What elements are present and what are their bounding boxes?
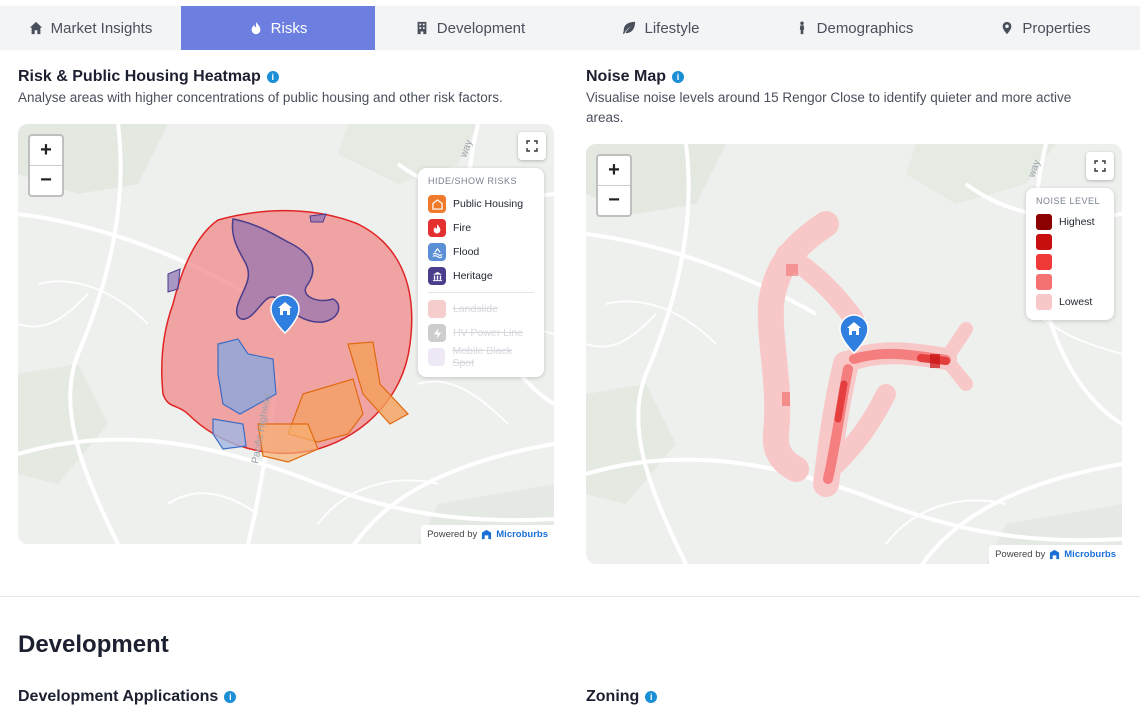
expand-icon (526, 140, 538, 152)
mobile-signal-icon (428, 348, 446, 366)
noise-map-title: Noise Map i (586, 68, 685, 86)
flood-icon (428, 243, 446, 261)
risk-map-title-text: Risk & Public Housing Heatmap (18, 68, 261, 85)
zoom-out-button[interactable]: − (30, 165, 62, 195)
zoning-text: Zoning (586, 688, 640, 705)
tab-bar: Market Insights Risks Development Lifest… (0, 6, 1140, 50)
legend-title: NOISE LEVEL (1036, 196, 1101, 206)
zoom-control: + − (28, 134, 64, 197)
powered-by-badge[interactable]: Powered by Microburbs (421, 525, 554, 544)
tab-market-insights[interactable]: Market Insights (0, 6, 181, 50)
risk-map-title: Risk & Public Housing Heatmap i (18, 68, 279, 86)
legend-item-public-housing[interactable]: Public Housing (428, 192, 534, 216)
risk-map-subtitle: Analyse areas with higher concentrations… (18, 90, 503, 105)
noise-level-highest: Highest (1036, 212, 1104, 232)
person-icon (799, 21, 804, 35)
lightning-icon (428, 324, 446, 342)
development-applications-text: Development Applications (18, 688, 219, 705)
powered-by-text: Powered by (995, 549, 1046, 560)
fire-icon (428, 219, 446, 237)
development-applications-title: Development Applications i (18, 688, 237, 706)
building-icon (417, 21, 427, 35)
risk-heatmap[interactable]: Pacific Highway way + − HIDE/SHOW RISKS … (18, 124, 554, 544)
legend-item-mobile-black-spot[interactable]: Mobile Black Spot (428, 345, 534, 369)
noise-level-4 (1036, 272, 1104, 292)
tab-label: Risks (270, 19, 308, 37)
noise-level-label: Highest (1059, 216, 1095, 228)
fullscreen-button[interactable] (1086, 152, 1114, 180)
flame-icon (251, 21, 261, 35)
microburbs-logo-icon (482, 529, 492, 540)
tab-lifestyle[interactable]: Lifestyle (565, 6, 757, 50)
legend-label: Flood (453, 246, 480, 258)
legend-item-heritage[interactable]: Heritage (428, 264, 534, 288)
noise-swatch (1036, 234, 1052, 250)
development-heading: Development (18, 631, 169, 658)
home-pin-icon (839, 314, 869, 355)
noise-swatch (1036, 274, 1052, 290)
public-housing-icon (428, 195, 446, 213)
noise-swatch (1036, 214, 1052, 230)
info-icon[interactable]: i (645, 691, 658, 703)
property-pin[interactable] (839, 314, 869, 359)
microburbs-logo-icon (1050, 549, 1060, 560)
noise-level-lowest: Lowest (1036, 292, 1104, 312)
noise-level-2 (1036, 232, 1104, 252)
info-icon[interactable]: i (266, 71, 279, 83)
zoom-in-button[interactable]: + (598, 156, 630, 185)
legend-label: Heritage (453, 270, 493, 282)
legend-label: Mobile Black Spot (452, 345, 512, 369)
fullscreen-button[interactable] (518, 132, 546, 160)
brand-name: Microburbs (1064, 549, 1116, 560)
tab-risks[interactable]: Risks (181, 6, 375, 50)
tab-label: Properties (1022, 19, 1091, 37)
powered-by-text: Powered by (427, 529, 478, 540)
legend-label: Landslide (453, 303, 498, 315)
tab-label: Market Insights (50, 19, 153, 37)
zoom-out-button[interactable]: − (598, 185, 630, 215)
noise-swatch (1036, 254, 1052, 270)
tab-properties[interactable]: Properties (951, 6, 1140, 50)
map-pin-icon (1002, 21, 1012, 35)
powered-by-badge[interactable]: Powered by Microburbs (989, 545, 1122, 564)
risk-legend: HIDE/SHOW RISKS Public Housing Fire Floo… (418, 168, 544, 377)
tab-label: Demographics (816, 19, 914, 37)
legend-label: Fire (453, 222, 472, 234)
tab-demographics[interactable]: Demographics (757, 6, 951, 50)
legend-separator (428, 292, 534, 293)
legend-item-landslide[interactable]: Landslide (428, 297, 534, 321)
heritage-icon (428, 267, 446, 285)
legend-title: HIDE/SHOW RISKS (428, 176, 518, 186)
legend-label: Public Housing (453, 198, 524, 210)
zoning-title: Zoning i (586, 688, 658, 706)
noise-map[interactable]: way + − NOISE LEVEL Highest Lowest Power… (586, 144, 1122, 564)
section-divider (0, 596, 1140, 597)
legend-item-flood[interactable]: Flood (428, 240, 534, 264)
brand-name: Microburbs (496, 529, 548, 540)
info-icon[interactable]: i (672, 71, 685, 83)
tab-label: Lifestyle (644, 19, 700, 37)
home-pin-icon (270, 294, 300, 335)
noise-map-subtitle: Visualise noise levels around 15 Rengor … (586, 90, 1072, 125)
home-icon (29, 21, 42, 35)
legend-item-hv-power-line[interactable]: HV Power Line (428, 321, 534, 345)
noise-level-3 (1036, 252, 1104, 272)
noise-legend: NOISE LEVEL Highest Lowest (1026, 188, 1114, 320)
leaf-icon (623, 21, 636, 35)
property-pin[interactable] (270, 294, 300, 339)
zoom-control: + − (596, 154, 632, 217)
landslide-icon (428, 300, 446, 318)
info-icon[interactable]: i (224, 691, 237, 703)
zoom-in-button[interactable]: + (30, 136, 62, 165)
tab-development[interactable]: Development (375, 6, 565, 50)
legend-item-fire[interactable]: Fire (428, 216, 534, 240)
noise-map-title-text: Noise Map (586, 68, 667, 85)
noise-level-label: Lowest (1059, 296, 1093, 308)
legend-label: HV Power Line (453, 327, 524, 339)
noise-swatch (1036, 294, 1052, 310)
tab-label: Development (436, 19, 526, 37)
expand-icon (1094, 160, 1106, 172)
